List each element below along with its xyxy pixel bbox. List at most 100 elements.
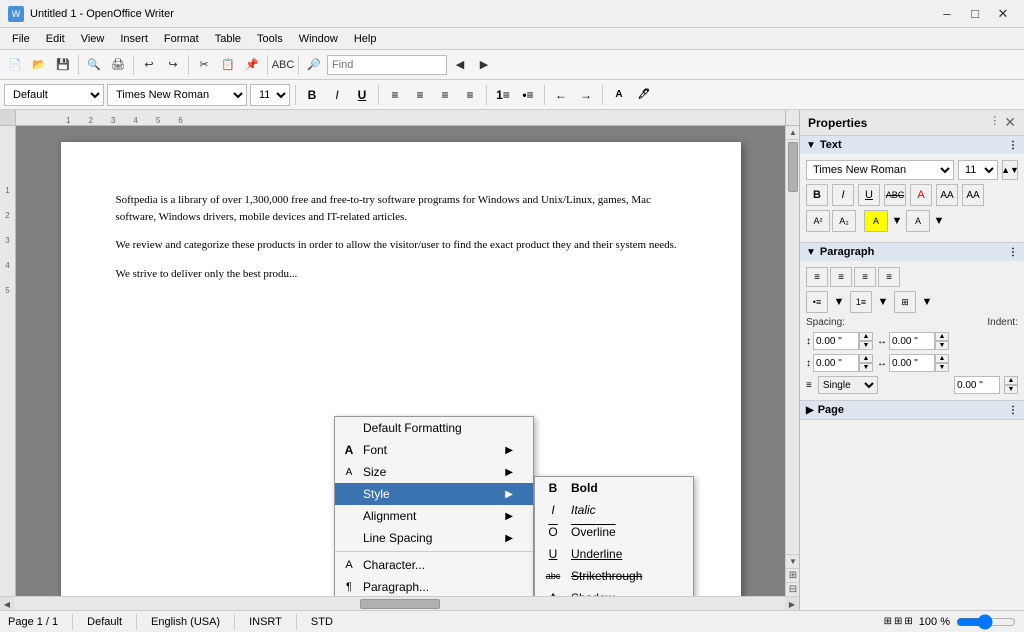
spellcheck-button[interactable]: ABC xyxy=(272,54,294,76)
props-highlight-button[interactable]: A xyxy=(864,210,888,232)
save-button[interactable]: 💾 xyxy=(52,54,74,76)
properties-header-buttons[interactable]: ⋮ ✕ xyxy=(989,114,1016,131)
props-fontcolor-dropdown[interactable]: ▼ xyxy=(932,210,946,232)
new-button[interactable]: 📄 xyxy=(4,54,26,76)
spacing-above-up[interactable]: ▲ xyxy=(859,332,873,341)
text-section-header[interactable]: ▼ Text ⋮ xyxy=(800,136,1024,154)
paragraph-section-menu[interactable]: ⋮ xyxy=(1008,247,1018,258)
spacing-below-up[interactable]: ▲ xyxy=(859,354,873,363)
close-button[interactable]: ✕ xyxy=(990,3,1016,25)
cut-button[interactable]: ✂ xyxy=(193,54,215,76)
ctx-paragraph[interactable]: ¶ Paragraph... xyxy=(335,576,533,596)
props-underline-button[interactable]: U xyxy=(858,184,880,206)
font-size-select[interactable]: 11 xyxy=(250,84,290,106)
sub-overline[interactable]: O Overline xyxy=(535,521,693,543)
properties-options-button[interactable]: ⋮ xyxy=(989,114,1000,131)
print-button[interactable]: 🖨 xyxy=(107,54,129,76)
menu-insert[interactable]: Insert xyxy=(112,31,156,47)
copy-button[interactable]: 📋 xyxy=(217,54,239,76)
para-align-right[interactable]: ≡ xyxy=(854,267,876,287)
italic-button[interactable]: I xyxy=(326,84,348,106)
sub-strikethrough[interactable]: abc Strikethrough xyxy=(535,565,693,587)
underline-button[interactable]: U xyxy=(351,84,373,106)
props-strikethrough-button[interactable]: ABC xyxy=(884,184,906,206)
linespacing-spin[interactable]: ▲ ▼ xyxy=(1004,376,1018,394)
spacing-below-input[interactable] xyxy=(813,354,859,372)
indent-left-spin[interactable]: ▲ ▼ xyxy=(935,332,949,350)
ctx-character[interactable]: A Character... xyxy=(335,554,533,576)
scroll-left-button[interactable]: ◀ xyxy=(0,597,14,610)
paragraph-section-header[interactable]: ▼ Paragraph ⋮ xyxy=(800,243,1024,261)
bold-button[interactable]: B xyxy=(301,84,323,106)
font-family-select[interactable]: Times New Roman xyxy=(107,84,247,106)
ctx-font[interactable]: A Font ▶ xyxy=(335,439,533,461)
spacing-below-down[interactable]: ▼ xyxy=(859,363,873,372)
zoom-slider[interactable] xyxy=(956,615,1016,629)
ctx-style[interactable]: Style ▶ xyxy=(335,483,533,505)
props-aa2-button[interactable]: AA xyxy=(962,184,984,206)
find-button[interactable]: 🔎 xyxy=(303,54,325,76)
align-center-button[interactable]: ≡ xyxy=(409,84,431,106)
menu-edit[interactable]: Edit xyxy=(38,31,73,47)
props-superscript-button[interactable]: A² xyxy=(806,210,830,232)
page-section-menu[interactable]: ⋮ xyxy=(1008,405,1018,416)
bullets-button[interactable]: •≡ xyxy=(517,84,539,106)
linespacing-value-input[interactable] xyxy=(954,376,1000,394)
vertical-scrollbar[interactable]: ▲ ▼ ⊞ ⊟ xyxy=(785,126,799,596)
menu-view[interactable]: View xyxy=(73,31,113,47)
indent-less-button[interactable]: ← xyxy=(550,84,572,106)
indent-right-down[interactable]: ▼ xyxy=(935,363,949,372)
scroll-track-v[interactable] xyxy=(786,140,799,554)
scroll-down-button[interactable]: ▼ xyxy=(786,554,799,568)
align-left-button[interactable]: ≡ xyxy=(384,84,406,106)
open-button[interactable]: 📂 xyxy=(28,54,50,76)
para-unordered-button[interactable]: •≡ xyxy=(806,291,828,313)
sub-shadow[interactable]: A Shadow xyxy=(535,587,693,596)
scroll-right-button[interactable]: ▶ xyxy=(785,597,799,610)
linespacing-select[interactable]: Single xyxy=(818,376,878,394)
scroll-thumb-h[interactable] xyxy=(360,599,440,609)
undo-button[interactable]: ↩ xyxy=(138,54,160,76)
para-ordered-dropdown[interactable]: ▼ xyxy=(876,291,890,313)
para-indent-dropdown[interactable]: ▼ xyxy=(920,291,934,313)
page-down-button[interactable]: ⊟ xyxy=(786,582,799,596)
redo-button[interactable]: ↪ xyxy=(162,54,184,76)
menu-format[interactable]: Format xyxy=(156,31,207,47)
linespacing-up[interactable]: ▲ xyxy=(1004,376,1018,385)
props-fontcolor2-button[interactable]: A xyxy=(906,210,930,232)
props-aa-button[interactable]: AA xyxy=(936,184,958,206)
align-right-button[interactable]: ≡ xyxy=(434,84,456,106)
indent-right-input[interactable] xyxy=(889,354,935,372)
print-preview-button[interactable]: 🔍 xyxy=(83,54,105,76)
paste-button[interactable]: 📌 xyxy=(241,54,263,76)
indent-left-down[interactable]: ▼ xyxy=(935,341,949,350)
spacing-above-input[interactable] xyxy=(813,332,859,350)
props-bold-button[interactable]: B xyxy=(806,184,828,206)
para-align-center[interactable]: ≡ xyxy=(830,267,852,287)
horizontal-scrollbar[interactable]: ◀ ▶ xyxy=(0,596,799,610)
menu-window[interactable]: Window xyxy=(291,31,346,47)
find-input[interactable] xyxy=(327,55,447,75)
find-prev-button[interactable]: ◀ xyxy=(449,54,471,76)
menu-tools[interactable]: Tools xyxy=(249,31,291,47)
document-background[interactable]: Softpedia is a library of over 1,300,000… xyxy=(16,126,785,596)
ctx-size[interactable]: A Size ▶ xyxy=(335,461,533,483)
sub-underline[interactable]: U Underline xyxy=(535,543,693,565)
menu-table[interactable]: Table xyxy=(207,31,249,47)
page-section-header[interactable]: ▶ Page ⋮ xyxy=(800,401,1024,419)
minimize-button[interactable]: – xyxy=(934,3,960,25)
scroll-track-h[interactable] xyxy=(14,597,785,610)
scroll-up-button[interactable]: ▲ xyxy=(786,126,799,140)
para-indent-button[interactable]: ⊞ xyxy=(894,291,916,313)
props-highlight-dropdown[interactable]: ▼ xyxy=(890,210,904,232)
props-subscript-button[interactable]: A₂ xyxy=(832,210,856,232)
indent-left-input[interactable] xyxy=(889,332,935,350)
align-justify-button[interactable]: ≡ xyxy=(459,84,481,106)
spacing-above-down[interactable]: ▼ xyxy=(859,341,873,350)
highlight-button[interactable]: 🖊 xyxy=(633,84,655,106)
maximize-button[interactable]: □ xyxy=(962,3,988,25)
menu-file[interactable]: File xyxy=(4,31,38,47)
page-up-button[interactable]: ⊞ xyxy=(786,568,799,582)
ctx-linespacing[interactable]: Line Spacing ▶ xyxy=(335,527,533,549)
props-size-select[interactable]: 11 xyxy=(958,160,998,180)
